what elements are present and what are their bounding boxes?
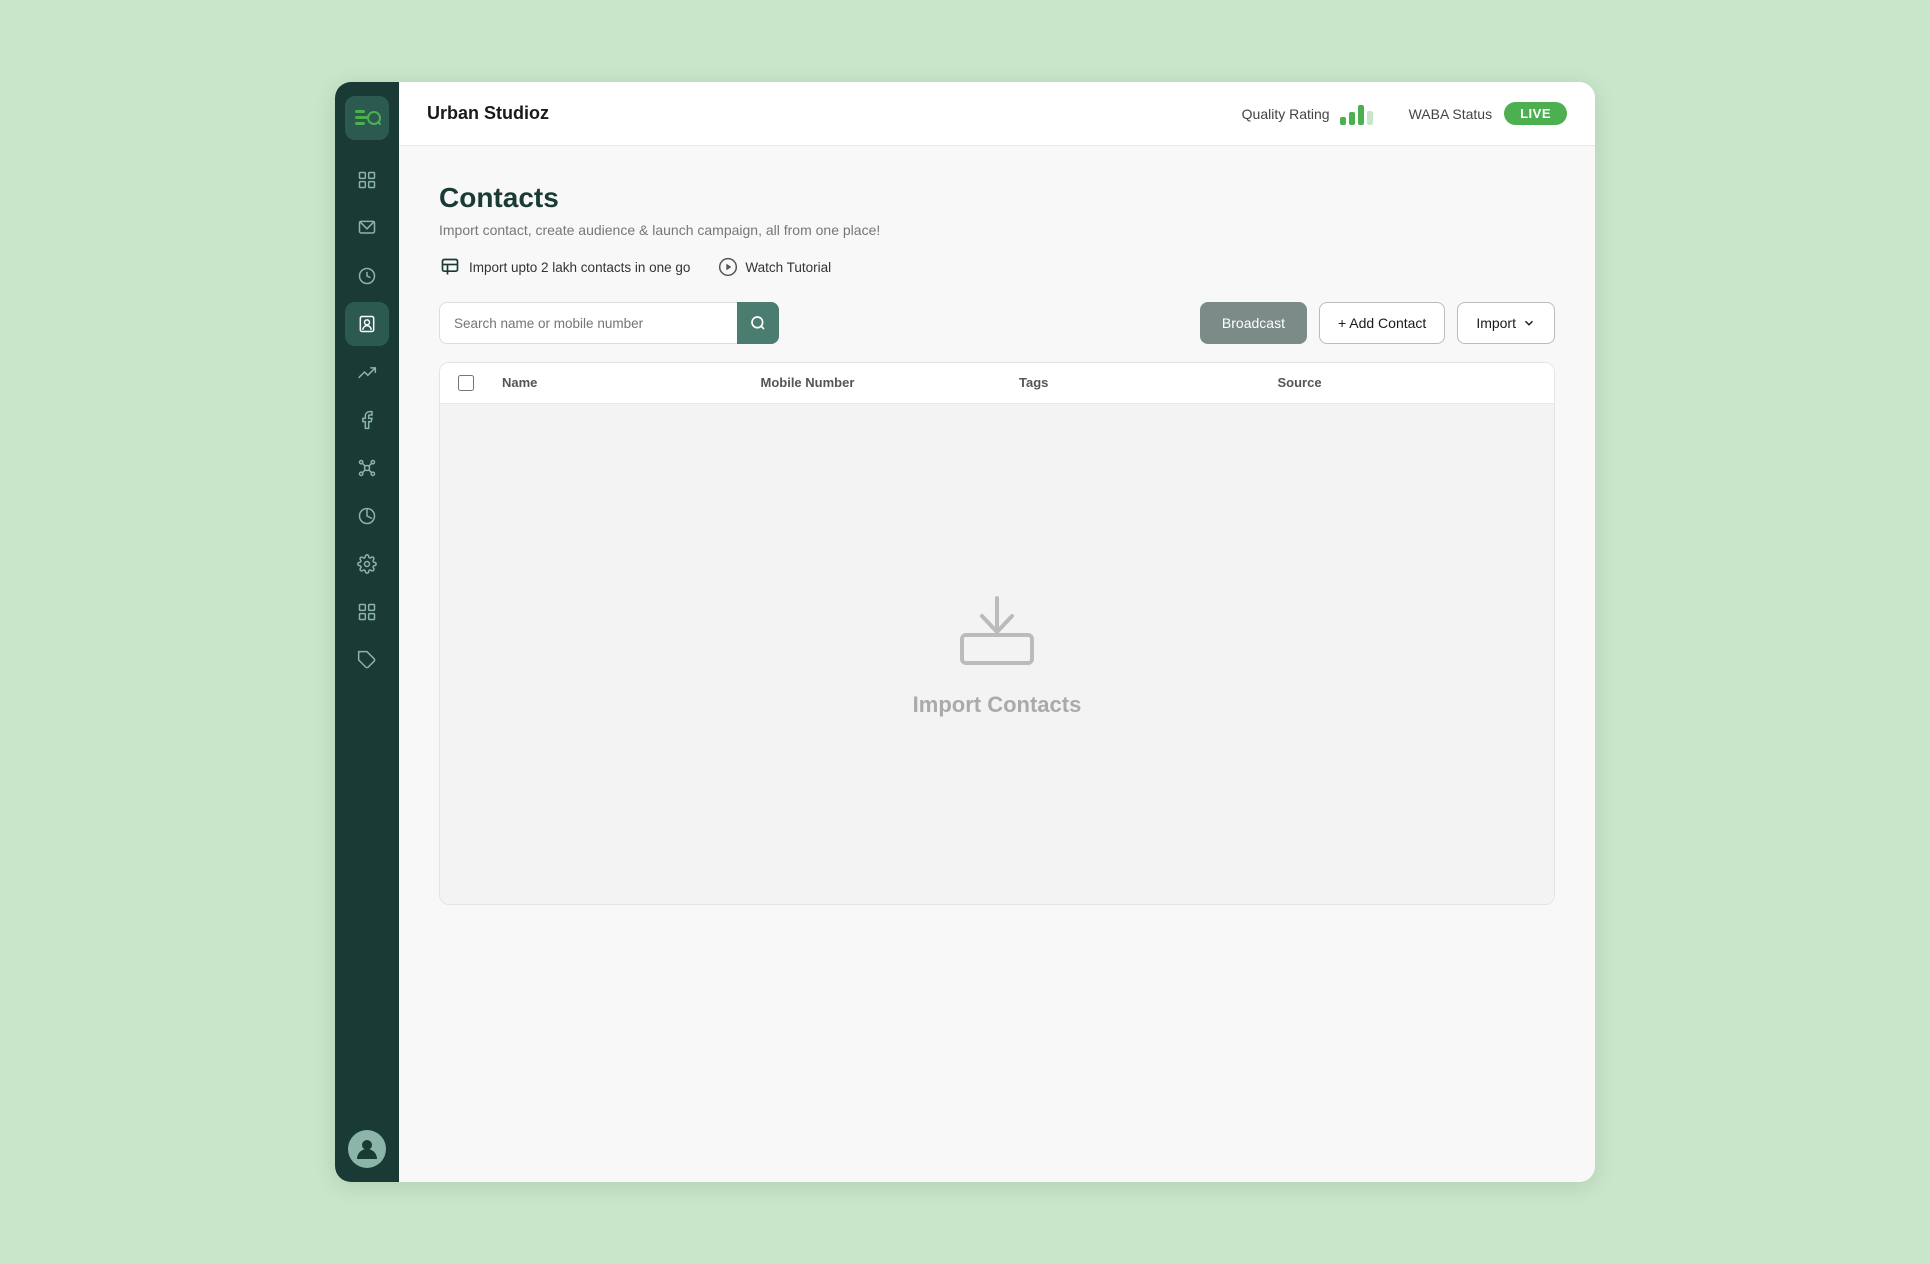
- select-all-checkbox-wrapper[interactable]: [458, 375, 502, 391]
- import-button-label: Import: [1476, 315, 1516, 331]
- promo-import: Import upto 2 lakh contacts in one go: [439, 256, 690, 278]
- sidebar: [335, 82, 399, 1182]
- quality-bar-1: [1340, 117, 1346, 125]
- search-wrapper: [439, 302, 779, 344]
- column-header-name: Name: [502, 375, 761, 391]
- sidebar-item-extensions[interactable]: [345, 590, 389, 634]
- watch-tutorial-link[interactable]: Watch Tutorial: [718, 257, 831, 277]
- live-badge: LIVE: [1504, 102, 1567, 125]
- sidebar-item-facebook[interactable]: [345, 398, 389, 442]
- header: Urban Studioz Quality Rating WABA Status…: [399, 82, 1595, 146]
- add-contact-button[interactable]: + Add Contact: [1319, 302, 1445, 344]
- sidebar-item-contacts[interactable]: [345, 302, 389, 346]
- user-avatar[interactable]: [348, 1130, 386, 1168]
- sidebar-item-settings[interactable]: [345, 542, 389, 586]
- watch-tutorial-label: Watch Tutorial: [745, 260, 831, 275]
- broadcast-button[interactable]: Broadcast: [1200, 302, 1307, 344]
- column-header-source: Source: [1278, 375, 1537, 391]
- sidebar-item-tags[interactable]: [345, 638, 389, 682]
- main-content: Urban Studioz Quality Rating WABA Status…: [399, 82, 1595, 1182]
- sidebar-item-analytics[interactable]: [345, 494, 389, 538]
- app-name: Urban Studioz: [427, 103, 1230, 124]
- import-button[interactable]: Import: [1457, 302, 1555, 344]
- page-subtitle: Import contact, create audience & launch…: [439, 222, 1555, 238]
- sidebar-nav: [335, 158, 399, 1130]
- table-empty-state: Import Contacts: [440, 404, 1554, 904]
- column-header-tags: Tags: [1019, 375, 1278, 391]
- quality-rating-label: Quality Rating: [1242, 106, 1330, 122]
- sidebar-item-messages[interactable]: [345, 206, 389, 250]
- page-title: Contacts: [439, 182, 1555, 214]
- contacts-table: Name Mobile Number Tags Source Import Co…: [439, 362, 1555, 905]
- sidebar-item-campaigns[interactable]: [345, 350, 389, 394]
- promo-import-text: Import upto 2 lakh contacts in one go: [469, 260, 690, 275]
- import-icon: [439, 256, 461, 278]
- search-input[interactable]: [439, 302, 779, 344]
- quality-bar-3: [1358, 105, 1364, 125]
- empty-state-label: Import Contacts: [913, 692, 1082, 718]
- select-all-checkbox[interactable]: [458, 375, 474, 391]
- sidebar-logo[interactable]: [345, 96, 389, 140]
- column-header-mobile: Mobile Number: [761, 375, 1020, 391]
- sidebar-item-dashboard[interactable]: [345, 158, 389, 202]
- quality-bar-2: [1349, 112, 1355, 125]
- quality-rating-section: Quality Rating: [1242, 103, 1373, 125]
- waba-status-label: WABA Status: [1409, 106, 1493, 122]
- toolbar-row: Broadcast + Add Contact Import: [439, 302, 1555, 344]
- waba-status-section: WABA Status LIVE: [1409, 102, 1567, 125]
- chevron-down-icon: [1522, 316, 1536, 330]
- sidebar-item-history[interactable]: [345, 254, 389, 298]
- table-header: Name Mobile Number Tags Source: [440, 363, 1554, 404]
- quality-bars-chart: [1340, 103, 1373, 125]
- quality-bar-4: [1367, 111, 1373, 125]
- page-content: Contacts Import contact, create audience…: [399, 146, 1595, 1182]
- import-contacts-icon: [952, 590, 1042, 670]
- sidebar-item-integrations[interactable]: [345, 446, 389, 490]
- promo-row: Import upto 2 lakh contacts in one go Wa…: [439, 256, 1555, 278]
- search-button[interactable]: [737, 302, 779, 344]
